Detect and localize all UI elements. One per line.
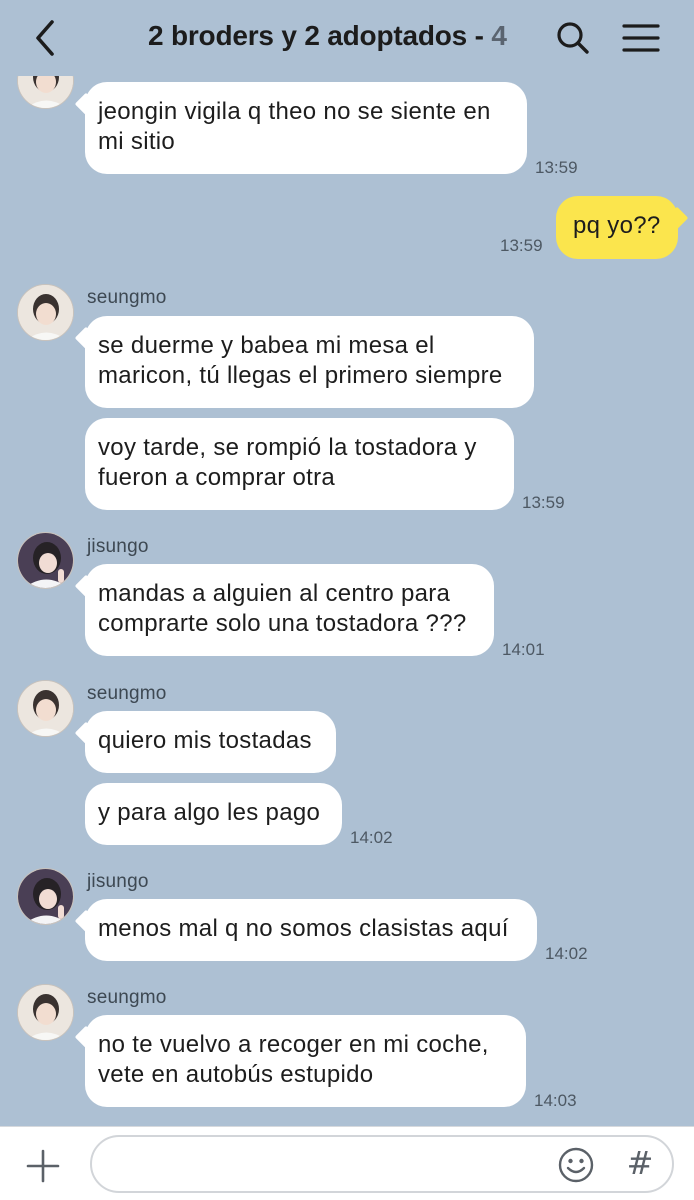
message-line: jeongin vigila q theo no se siente en [98,98,491,125]
hashtag-icon: # [626,1144,654,1182]
message-time: 13:59 [522,493,565,512]
own-message-bubble[interactable]: pq yo?? [556,196,678,259]
message-line: pq yo?? [573,212,661,239]
message-time: 14:02 [350,828,393,847]
hamburger-menu-icon [622,24,660,52]
message-bubble[interactable]: jeongin vigila q theo no se siente en mi… [85,82,527,174]
message-line: y para algo les pago [98,799,321,826]
message-bubble[interactable]: se duerme y babea mi mesa el maricon, tú… [85,316,534,408]
message-line: se duerme y babea mi mesa el [98,332,435,359]
message-time: 14:01 [502,640,545,659]
hashtag-button[interactable]: # [625,1143,655,1183]
message-bubble[interactable]: no te vuelvo a recoger en mi coche, vete… [85,1015,526,1107]
plus-icon [26,1149,60,1183]
sender-name: jisungo [87,536,149,557]
avatar-seungmo[interactable] [17,984,74,1041]
message-time: 14:03 [534,1091,577,1110]
message-bubble[interactable]: quiero mis tostadas [85,711,336,773]
message-line: no te vuelvo a recoger en mi coche, [98,1031,489,1058]
avatar-jisungo[interactable] [17,868,74,925]
chevron-left-icon [36,20,54,56]
back-button[interactable] [28,18,64,58]
message-bubble[interactable]: mandas a alguien al centro para comprart… [85,564,494,656]
avatar-jisungo[interactable] [17,532,74,589]
sender-name: seungmo [87,287,167,308]
menu-button[interactable] [622,22,660,54]
chat-header: 2 broders y 2 adoptados - 4 [0,0,694,76]
chat-area[interactable]: seungmo jeongin vigila q theo no se sien… [0,0,694,1130]
message-bubble[interactable]: y para algo les pago [85,783,342,845]
search-button[interactable] [555,20,591,56]
chat-title[interactable]: 2 broders y 2 adoptados - 4 [148,20,507,52]
chat-name: 2 broders y 2 adoptados - [148,20,484,51]
message-line: quiero mis tostadas [98,727,312,754]
message-line: menos mal q no somos clasistas aquí [98,915,509,942]
message-line: mi sitio [98,128,176,155]
sender-name: seungmo [87,987,167,1008]
message-bubble[interactable]: menos mal q no somos clasistas aquí [85,899,537,961]
message-time: 14:02 [545,944,588,963]
attach-button[interactable] [25,1148,61,1184]
message-line: mandas a alguien al centro para [98,580,451,607]
message-line: vete en autobús estupido [98,1061,374,1088]
message-line: fueron a comprar otra [98,464,336,491]
member-count: 4 [491,20,507,51]
emoji-button[interactable] [557,1146,595,1184]
message-time: 13:59 [500,236,543,255]
message-line: maricon, tú llegas el primero siempre [98,362,503,389]
message-line: comprarte solo una tostadora ??? [98,610,467,637]
sender-name: jisungo [87,871,149,892]
smiley-icon [558,1147,594,1183]
search-icon [557,22,589,54]
avatar-seungmo[interactable] [17,284,74,341]
message-composer: # [0,1126,694,1200]
message-bubble[interactable]: voy tarde, se rompió la tostadora y fuer… [85,418,514,510]
message-line: voy tarde, se rompió la tostadora y [98,434,477,461]
sender-name: seungmo [87,683,167,704]
avatar-seungmo[interactable] [17,680,74,737]
message-time: 13:59 [535,158,578,177]
